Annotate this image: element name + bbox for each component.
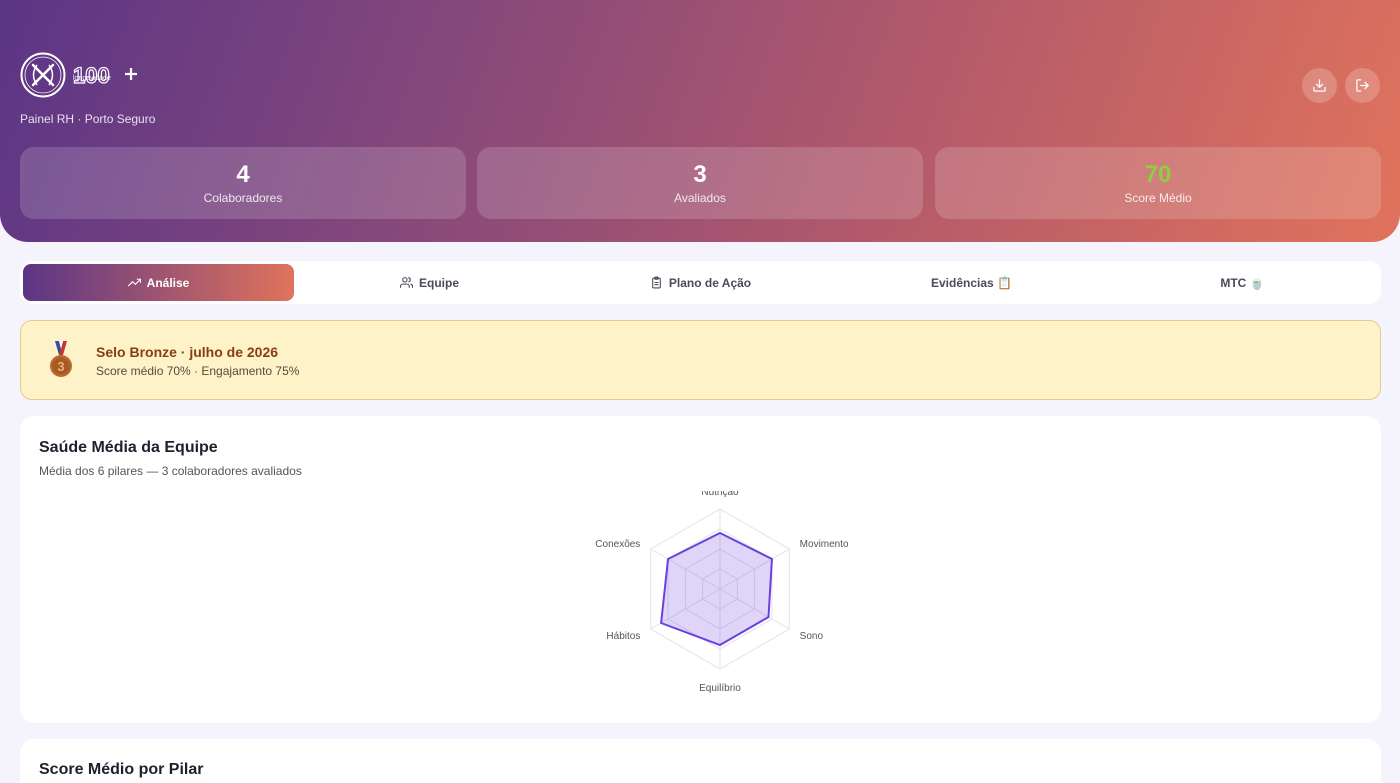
clipboard-icon — [652, 276, 661, 289]
panel-subtitle: Painel RH · Porto Seguro — [20, 112, 156, 126]
health-card: Saúde Média da Equipe Média dos 6 pilare… — [20, 416, 1381, 723]
tab-label: Análise — [146, 275, 190, 290]
health-card-subtitle: Média dos 6 pilares — 3 colaboradores av… — [39, 464, 302, 478]
tab-bar: Análise Equipe Plano de Ação Evidências … — [20, 261, 1381, 304]
stat-label: Colaboradores — [203, 191, 283, 205]
radar-axis-label: Conexões — [595, 539, 640, 550]
score-card-title: Score Médio por Pilar — [39, 761, 204, 778]
selo-title: Selo Bronze · julho de 2026 — [96, 344, 279, 360]
stat-score-medio: 70 Score Médio — [935, 147, 1381, 219]
trending-up-icon — [127, 278, 141, 287]
radar-axis-label: Movimento — [800, 539, 849, 550]
radar-axis-label: Nutrição — [701, 491, 739, 498]
stat-label: Score Médio — [1124, 191, 1192, 205]
logo-text: longevidade — [73, 75, 111, 82]
download-icon — [1313, 79, 1326, 92]
health-card-title: Saúde Média da Equipe — [39, 439, 218, 456]
tab-label: Equipe — [418, 275, 459, 290]
score-card: Score Médio por Pilar — [20, 739, 1381, 783]
radar-axis-label: Equilíbrio — [699, 683, 741, 694]
tab-label: Plano de Ação — [668, 275, 752, 290]
radar-chart: Nutrição Movimento Sono Equilíbrio Hábitos Co… — [595, 491, 849, 694]
download-button[interactable] — [1302, 68, 1337, 103]
medal-number: 3 — [57, 359, 64, 374]
logout-icon — [1356, 79, 1369, 92]
stat-value: 3 — [693, 161, 707, 188]
longevidade-logo: 100 longevidade — [20, 52, 137, 98]
stat-colaboradores: 4 Colaboradores — [20, 147, 466, 219]
stat-value: 70 — [1144, 161, 1172, 188]
tab-label: MTC 🍵 — [1220, 275, 1265, 290]
medal-icon: 3 — [50, 341, 72, 377]
tab-label: Evidências 📋 — [931, 275, 1012, 290]
selo-banner: 3 Selo Bronze · julho de 2026 Score médi… — [20, 320, 1381, 400]
stat-label: Avaliados — [674, 191, 726, 205]
tab-analise[interactable]: Análise — [23, 264, 294, 301]
header: 100 longevidade Painel RH · Porto Seguro… — [0, 0, 1400, 242]
radar-axis-label: Sono — [800, 631, 824, 642]
stat-value: 4 — [236, 161, 250, 188]
users-icon — [399, 277, 413, 288]
stat-avaliados: 3 Avaliados — [477, 147, 923, 219]
selo-subtitle: Score médio 70% · Engajamento 75% — [96, 364, 300, 378]
tab-plano-de-acao[interactable]: Plano de Ação — [565, 264, 836, 301]
tab-equipe[interactable]: Equipe — [294, 264, 565, 301]
radar-axis-label: Hábitos — [606, 631, 640, 642]
tab-evidencias[interactable]: Evidências 📋 — [836, 264, 1107, 301]
logout-button[interactable] — [1345, 68, 1380, 103]
tab-mtc[interactable]: MTC 🍵 — [1107, 264, 1378, 301]
